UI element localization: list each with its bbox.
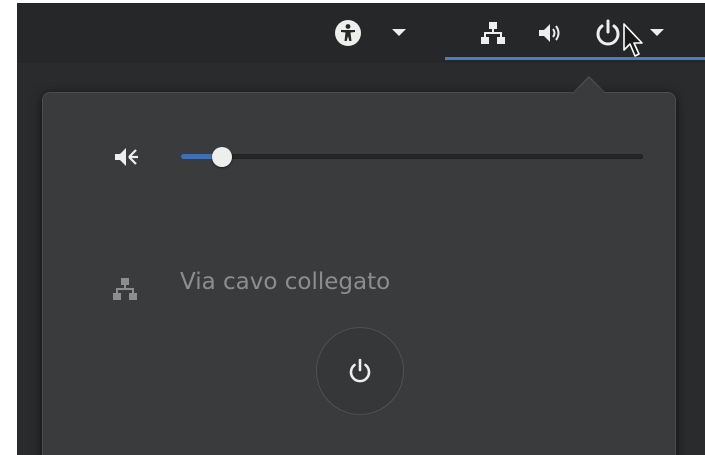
- wired-network-icon[interactable]: [480, 20, 506, 46]
- power-icon[interactable]: [593, 18, 623, 48]
- volume-slider[interactable]: [181, 154, 643, 159]
- desktop-screen: Via cavo collegato: [17, 3, 705, 455]
- top-bar: [17, 3, 705, 63]
- network-status-label[interactable]: Via cavo collegato: [180, 269, 390, 295]
- system-menu-chevron-down-icon[interactable]: [649, 27, 665, 39]
- power-icon: [349, 358, 371, 383]
- volume-slider-knob[interactable]: [211, 147, 232, 167]
- wired-network-icon: [111, 275, 139, 303]
- popover-arrow: [573, 78, 605, 94]
- accessibility-icon[interactable]: [333, 18, 363, 48]
- active-indicator-underline: [445, 57, 705, 60]
- volume-high-icon[interactable]: [536, 21, 566, 45]
- system-menu-popover: Via cavo collegato: [42, 92, 676, 455]
- accessibility-menu-chevron-down-icon[interactable]: [391, 27, 407, 39]
- volume-low-icon: [112, 142, 142, 172]
- mouse-pointer-icon: [623, 23, 647, 63]
- power-off-button[interactable]: [316, 327, 404, 415]
